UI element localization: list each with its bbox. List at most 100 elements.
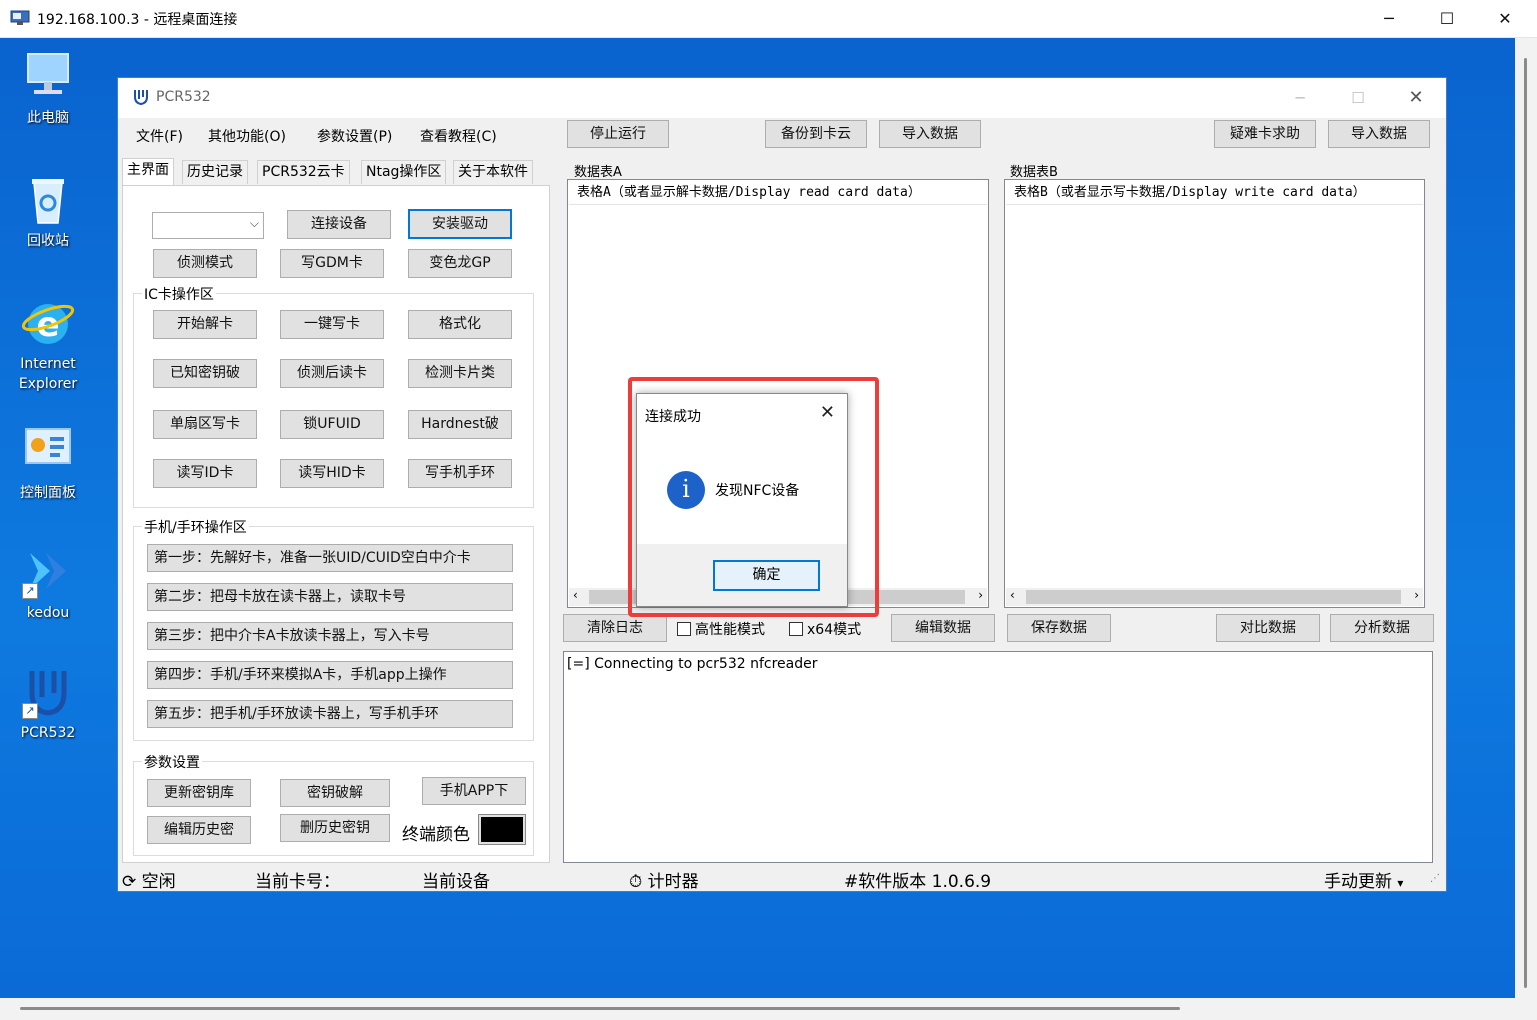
key-crack-button[interactable]: 密钥破解 bbox=[280, 779, 390, 807]
import-data-b-button[interactable]: 导入数据 bbox=[1328, 120, 1430, 148]
read-write-id-button[interactable]: 读写ID卡 bbox=[153, 459, 257, 488]
desktop-icon-pcr532[interactable]: ↗ PCR532 bbox=[8, 663, 88, 743]
write-phone-band-button[interactable]: 写手机手环 bbox=[408, 459, 512, 488]
desktop-icon-recycle-bin[interactable]: 回收站 bbox=[8, 171, 88, 251]
timer-label: 计时器 bbox=[647, 872, 699, 892]
app-titlebar: PCR532 ─ ☐ ✕ bbox=[118, 78, 1446, 118]
recycle-bin-icon bbox=[20, 171, 76, 227]
edit-history-keys-button[interactable]: 编辑历史密 bbox=[147, 816, 251, 844]
app-close-button[interactable]: ✕ bbox=[1396, 86, 1436, 110]
chevron-down-icon: ▾ bbox=[1397, 876, 1404, 890]
step-5-button[interactable]: 第五步：把手机/手环放读卡器上，写手机手环 bbox=[147, 700, 513, 728]
menu-file[interactable]: 文件(F) bbox=[136, 126, 183, 146]
resize-grip-icon[interactable]: ⋰ bbox=[1430, 873, 1440, 884]
desktop-icon-internet-explorer[interactable]: e Internet Explorer bbox=[8, 294, 88, 394]
scroll-right-icon[interactable]: › bbox=[978, 588, 983, 602]
ic-card-group: IC卡操作区 开始解卡 一键写卡 格式化 已知密钥破 侦测后读卡 检测卡片类 单… bbox=[133, 284, 534, 508]
edit-data-button[interactable]: 编辑数据 bbox=[891, 614, 995, 642]
terminal-log[interactable]: [=] Connecting to pcr532 nfcreader bbox=[563, 651, 1433, 863]
phone-app-download-button[interactable]: 手机APP下 bbox=[422, 777, 526, 805]
write-gdm-button[interactable]: 写GDM卡 bbox=[280, 249, 384, 278]
scroll-left-icon[interactable]: ‹ bbox=[1010, 588, 1015, 602]
scroll-right-icon[interactable]: › bbox=[1414, 588, 1419, 602]
import-data-a-button[interactable]: 导入数据 bbox=[879, 120, 981, 148]
minimize-button[interactable]: ─ bbox=[1366, 4, 1412, 34]
known-key-crack-button[interactable]: 已知密钥破 bbox=[153, 359, 257, 388]
clear-log-button[interactable]: 清除日志 bbox=[563, 614, 667, 642]
kedou-app-icon: ↗ bbox=[20, 543, 76, 599]
internet-explorer-icon: e bbox=[20, 294, 76, 350]
phone-band-group: 手机/手环操作区 第一步：先解好卡，准备一张UID/CUID空白中介卡 第二步：… bbox=[133, 517, 534, 741]
table-a-header: 表格A（或者显示解卡数据/Display read card data） bbox=[569, 181, 987, 205]
menu-view-tutorial[interactable]: 查看教程(C) bbox=[420, 126, 497, 146]
one-click-write-button[interactable]: 一键写卡 bbox=[280, 310, 384, 339]
save-data-button[interactable]: 保存数据 bbox=[1007, 614, 1111, 642]
hardnest-crack-button[interactable]: Hardnest破 bbox=[408, 410, 512, 439]
checkbox-icon bbox=[677, 622, 691, 636]
tab-about[interactable]: 关于本软件 bbox=[453, 160, 533, 184]
hard-card-help-button[interactable]: 疑难卡求助 bbox=[1214, 120, 1316, 148]
tab-pcr532-cloud[interactable]: PCR532云卡 bbox=[257, 160, 350, 184]
rdp-window-title: 192.168.100.3 - 远程桌面连接 bbox=[37, 12, 238, 28]
compare-data-button[interactable]: 对比数据 bbox=[1216, 614, 1320, 642]
current-device-label: 当前设备 bbox=[422, 872, 490, 892]
chameleon-gp-button[interactable]: 变色龙GP bbox=[408, 249, 512, 278]
install-driver-button[interactable]: 安装驱动 bbox=[408, 209, 512, 239]
table-b-label: 数据表B bbox=[1010, 165, 1058, 180]
read-write-hid-button[interactable]: 读写HID卡 bbox=[280, 459, 384, 488]
menu-parameter-settings[interactable]: 参数设置(P) bbox=[317, 126, 392, 146]
manual-update-dropdown[interactable]: 手动更新 ▾ bbox=[1324, 867, 1403, 892]
menu-other-functions[interactable]: 其他功能(O) bbox=[208, 126, 286, 146]
stopwatch-icon: ⏱ bbox=[629, 872, 643, 892]
step-1-button[interactable]: 第一步：先解好卡，准备一张UID/CUID空白中介卡 bbox=[147, 544, 513, 572]
maximize-button[interactable]: ☐ bbox=[1424, 4, 1470, 34]
device-select[interactable]: ⌵ bbox=[152, 212, 264, 239]
step-3-button[interactable]: 第三步：把中介卡A卡放读卡器上，写入卡号 bbox=[147, 622, 513, 650]
delete-history-keys-button[interactable]: 删历史密钥 bbox=[280, 814, 390, 842]
tab-history[interactable]: 历史记录 bbox=[182, 160, 248, 184]
shortcut-arrow-icon: ↗ bbox=[22, 583, 38, 599]
table-a-label: 数据表A bbox=[574, 165, 622, 180]
app-maximize-button[interactable]: ☐ bbox=[1338, 86, 1378, 110]
desktop-icon-label: 控制面板 bbox=[20, 485, 76, 501]
rdp-horizontal-scrollbar[interactable] bbox=[0, 998, 1537, 1020]
table-b-hscrollbar[interactable]: ‹ › bbox=[1006, 588, 1423, 606]
rdp-titlebar: 192.168.100.3 - 远程桌面连接 ─ ☐ ✕ bbox=[0, 0, 1537, 38]
start-crack-button[interactable]: 开始解卡 bbox=[153, 310, 257, 339]
app-minimize-button[interactable]: ─ bbox=[1280, 86, 1320, 110]
analyze-data-button[interactable]: 分析数据 bbox=[1330, 614, 1434, 642]
single-sector-write-button[interactable]: 单扇区写卡 bbox=[153, 410, 257, 439]
detect-then-read-button[interactable]: 侦测后读卡 bbox=[280, 359, 384, 388]
rdp-vertical-scrollbar[interactable] bbox=[1515, 38, 1537, 998]
connect-device-button[interactable]: 连接设备 bbox=[287, 210, 391, 239]
lock-ufuid-button[interactable]: 锁UFUID bbox=[280, 410, 384, 439]
terminal-color-label: 终端颜色 bbox=[402, 825, 470, 845]
desktop-icon-this-pc[interactable]: 此电脑 bbox=[8, 48, 88, 128]
red-highlight-box bbox=[628, 377, 879, 617]
terminal-color-swatch[interactable] bbox=[478, 814, 526, 845]
desktop-icon-label: Internet Explorer bbox=[18, 356, 78, 392]
detect-card-type-button[interactable]: 检测卡片类 bbox=[408, 359, 512, 388]
desktop-icon-kedou[interactable]: ↗ kedou bbox=[8, 543, 88, 623]
version-label: #软件版本 1.0.6.9 bbox=[844, 872, 992, 892]
stop-running-button[interactable]: 停止运行 bbox=[567, 120, 669, 148]
step-4-button[interactable]: 第四步：手机/手环来模拟A卡，手机app上操作 bbox=[147, 661, 513, 689]
backup-to-cloud-button[interactable]: 备份到卡云 bbox=[765, 120, 867, 148]
current-card-label: 当前卡号： bbox=[255, 872, 340, 892]
detect-mode-button[interactable]: 侦测模式 bbox=[153, 249, 257, 278]
tab-main[interactable]: 主界面 bbox=[122, 158, 174, 186]
scroll-left-icon[interactable]: ‹ bbox=[573, 588, 578, 602]
update-key-db-button[interactable]: 更新密钥库 bbox=[147, 779, 251, 807]
tab-ntag[interactable]: Ntag操作区 bbox=[361, 160, 447, 184]
manual-update-label: 手动更新 bbox=[1324, 872, 1392, 892]
step-2-button[interactable]: 第二步：把母卡放在读卡器上，读取卡号 bbox=[147, 583, 513, 611]
desktop-icon-control-panel[interactable]: 控制面板 bbox=[8, 423, 88, 503]
checkbox-icon bbox=[789, 622, 803, 636]
data-table-b[interactable]: 表格B（或者显示写卡数据/Display write card data） ‹ … bbox=[1004, 179, 1425, 608]
high-perf-checkbox[interactable]: 高性能模式 bbox=[677, 619, 765, 639]
format-button[interactable]: 格式化 bbox=[408, 310, 512, 339]
remote-desktop-icon bbox=[10, 10, 30, 25]
close-button[interactable]: ✕ bbox=[1482, 4, 1528, 34]
x64-checkbox[interactable]: x64模式 bbox=[789, 619, 861, 639]
x64-label: x64模式 bbox=[807, 622, 862, 638]
